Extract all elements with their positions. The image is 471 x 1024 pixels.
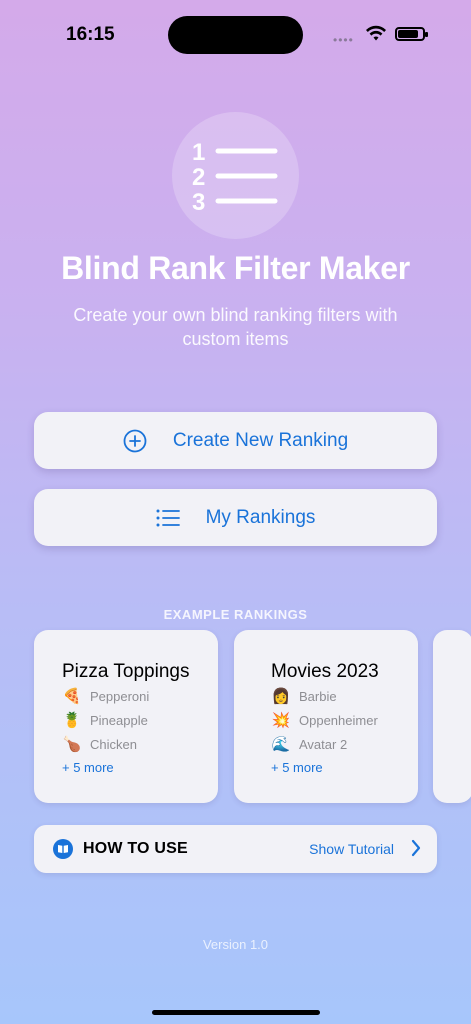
my-rankings-button[interactable]: My Rankings xyxy=(34,489,437,546)
home-indicator[interactable] xyxy=(152,1010,320,1015)
list-item: 🍕 Pepperoni xyxy=(62,687,150,705)
chicken-leg-icon: 🍗 xyxy=(62,736,82,753)
item-label: Chicken xyxy=(90,736,137,752)
card-title: Pizza Toppings xyxy=(62,661,190,682)
status-time: 16:15 xyxy=(66,24,115,45)
wave-icon: 🌊 xyxy=(271,736,291,753)
create-new-ranking-button[interactable]: Create New Ranking xyxy=(34,412,437,469)
create-new-ranking-label: Create New Ranking xyxy=(172,429,349,451)
logo-number: 3 xyxy=(192,189,205,216)
dynamic-island xyxy=(168,16,303,54)
example-card-movies-2023[interactable]: Movies 2023 👩 Barbie 💥 Oppenheimer 🌊 Ava… xyxy=(234,630,418,803)
list-item: 🍗 Chicken xyxy=(62,735,137,753)
item-label: Barbie xyxy=(299,688,337,704)
app-title: Blind Rank Filter Maker xyxy=(61,250,410,286)
wifi-icon xyxy=(366,25,386,41)
example-card-pizza-toppings[interactable]: Pizza Toppings 🍕 Pepperoni 🍍 Pineapple 🍗… xyxy=(34,630,218,803)
app-logo: 1 2 3 xyxy=(172,112,299,239)
chevron-right-icon xyxy=(411,839,421,857)
card-more-count: + 5 more xyxy=(271,760,323,775)
battery-icon xyxy=(395,27,428,41)
list-item: 🌊 Avatar 2 xyxy=(271,735,348,753)
item-label: Oppenheimer xyxy=(299,712,378,728)
item-label: Pepperoni xyxy=(90,688,150,704)
example-rankings-heading: EXAMPLE RANKINGS xyxy=(163,607,308,622)
list-item: 👩 Barbie xyxy=(271,687,337,705)
card-title: Movies 2023 xyxy=(271,661,379,682)
explosion-icon: 💥 xyxy=(271,712,291,729)
plus-circle-icon xyxy=(123,429,147,452)
pizza-icon: 🍕 xyxy=(62,688,82,705)
status-bar: 16:15 •••• xyxy=(0,0,471,70)
list-icon xyxy=(156,509,180,526)
item-label: Avatar 2 xyxy=(299,736,348,752)
numbered-list-icon: 1 2 3 xyxy=(192,139,278,216)
item-label: Pineapple xyxy=(90,712,148,728)
show-tutorial-link[interactable]: Show Tutorial xyxy=(309,841,394,857)
my-rankings-label: My Rankings xyxy=(205,506,316,528)
card-more-count: + 5 more xyxy=(62,760,114,775)
logo-number: 2 xyxy=(192,164,205,191)
example-card-partial[interactable] xyxy=(433,630,471,803)
woman-icon: 👩 xyxy=(271,688,291,705)
logo-number: 1 xyxy=(192,139,205,166)
app-subtitle: Create your own blind ranking filters wi… xyxy=(73,305,398,349)
cellular-signal-icon: •••• xyxy=(333,33,354,47)
how-to-use-row[interactable]: HOW TO USE Show Tutorial xyxy=(34,825,437,873)
list-item: 💥 Oppenheimer xyxy=(271,711,378,729)
how-to-use-label: HOW TO USE xyxy=(83,840,188,857)
list-item: 🍍 Pineapple xyxy=(62,711,148,729)
version-label: Version 1.0 xyxy=(202,937,269,952)
pineapple-icon: 🍍 xyxy=(62,712,82,729)
book-icon xyxy=(53,839,73,859)
